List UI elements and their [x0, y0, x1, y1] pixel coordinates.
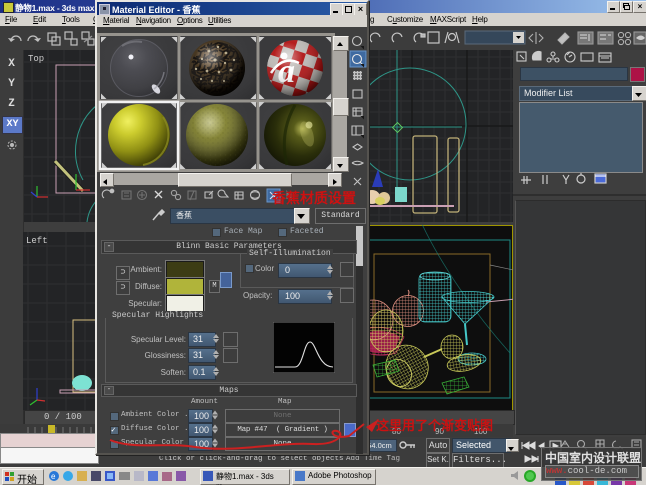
- svg-text:Left: Left: [26, 236, 48, 246]
- svg-text:e: e: [51, 472, 56, 481]
- svg-text:Top: Top: [28, 54, 44, 64]
